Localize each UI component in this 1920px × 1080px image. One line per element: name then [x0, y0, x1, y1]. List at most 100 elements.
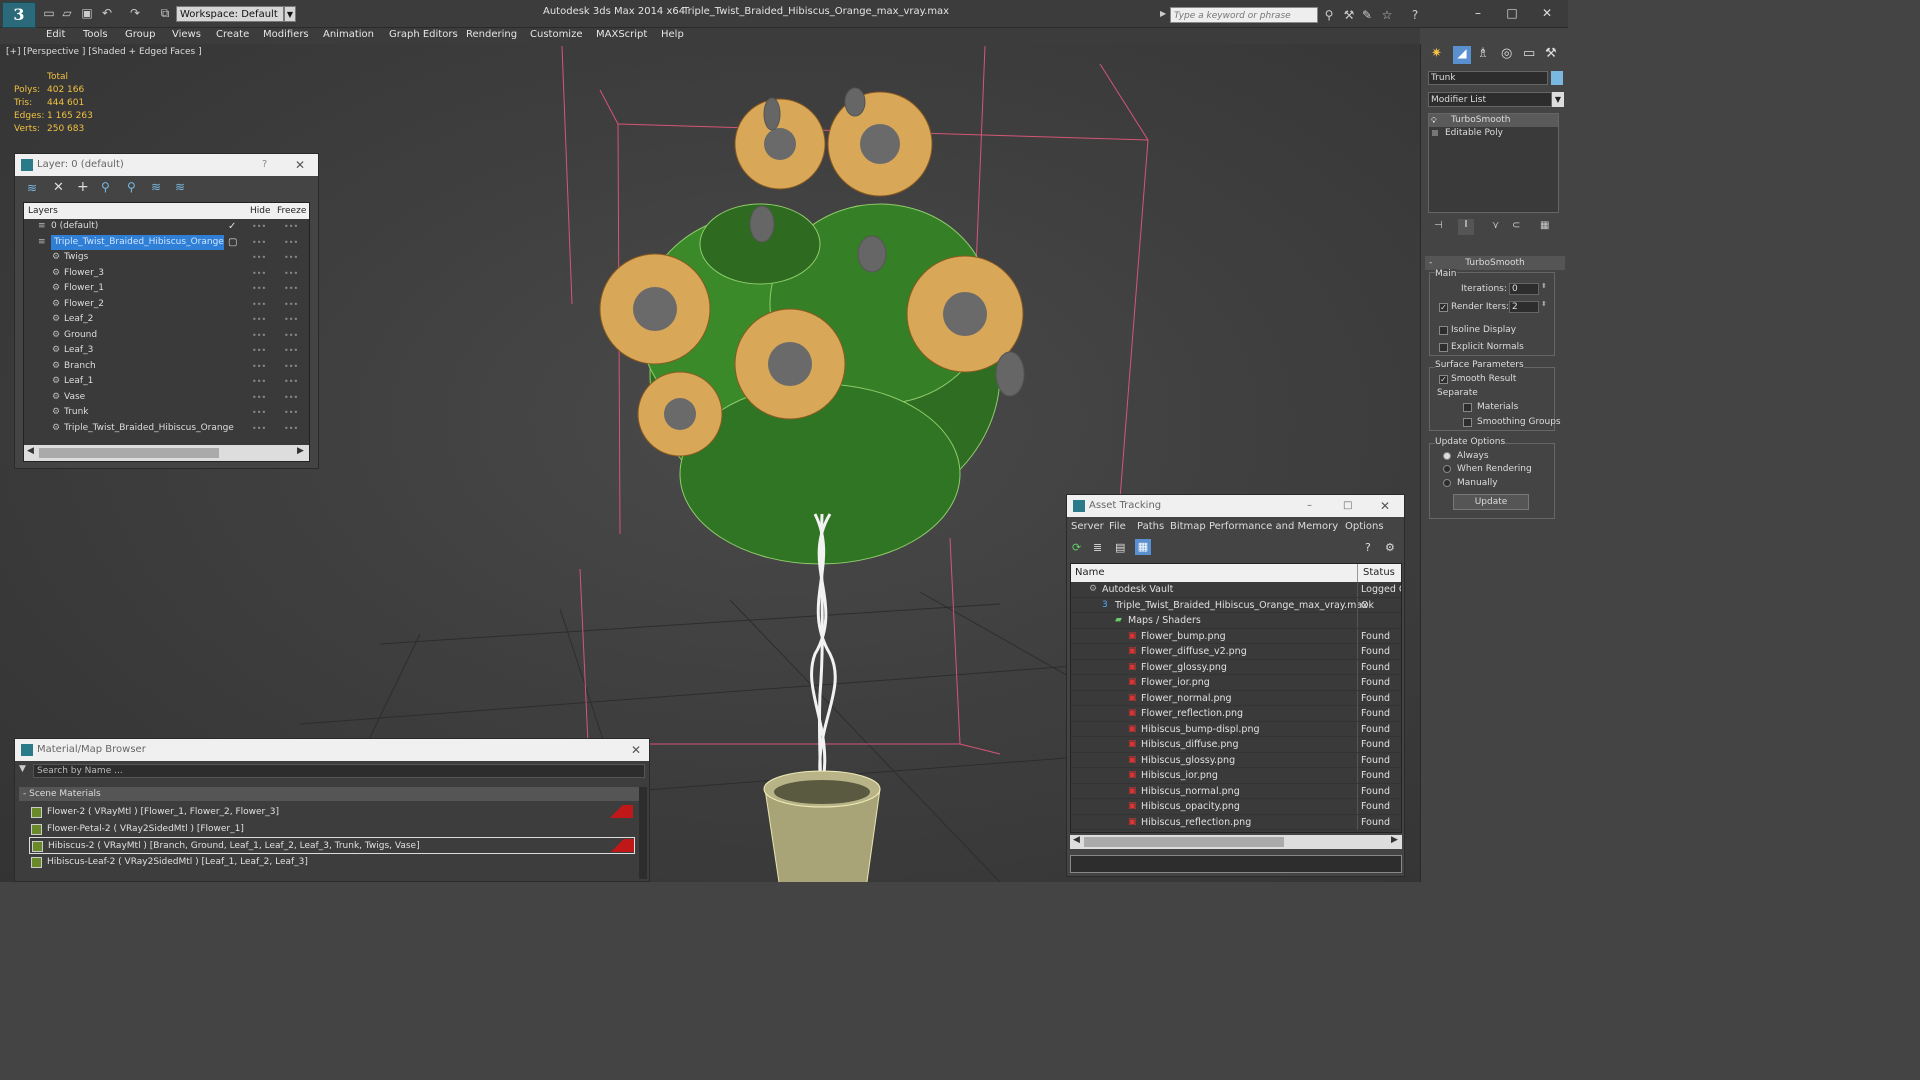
stack-item-turbosmooth[interactable]: 💡︎ TurboSmooth	[1429, 114, 1558, 127]
freeze-toggle[interactable]: •••	[284, 359, 298, 374]
open-file-icon[interactable]: ▱	[60, 6, 74, 20]
menu-rendering[interactable]: Rendering	[466, 29, 517, 40]
asset-row[interactable]: ▣ Hibiscus_reflection.png Found	[1071, 814, 1401, 830]
column-status[interactable]: Status	[1363, 564, 1395, 582]
communication-icon[interactable]: ✎	[1360, 8, 1374, 22]
update-button[interactable]: Update	[1453, 494, 1529, 510]
hide-toggle[interactable]: •••	[252, 235, 266, 250]
layer-row[interactable]: ⚙ Leaf_2 ••• •••	[24, 312, 309, 328]
menu-create[interactable]: Create	[216, 29, 249, 40]
settings-icon[interactable]: ⚙	[1385, 541, 1395, 554]
freeze-toggle[interactable]: •••	[284, 250, 298, 265]
hide-toggle[interactable]: •••	[252, 359, 266, 374]
asset-row[interactable]: ▣ Flower_normal.png Found	[1071, 690, 1401, 706]
freeze-toggle[interactable]: •••	[284, 390, 298, 405]
keyword-search-input[interactable]: Type a keyword or phrase	[1170, 7, 1318, 23]
hide-toggle[interactable]: •••	[252, 328, 266, 343]
remove-modifier-icon[interactable]: ⊂	[1512, 220, 1520, 231]
project-folder-icon[interactable]: ⧉	[158, 6, 172, 20]
asset-row[interactable]: ⚙ Autodesk Vault Logged O	[1071, 582, 1401, 598]
asset-row[interactable]: ▣ Hibiscus_glossy.png Found	[1071, 752, 1401, 768]
create-tab-icon[interactable]: ✷	[1431, 46, 1442, 61]
asset-row[interactable]: ▣ Flower_reflection.png Found	[1071, 706, 1401, 722]
freeze-toggle[interactable]: •••	[284, 219, 298, 234]
freeze-toggle[interactable]: •••	[284, 235, 298, 250]
hide-toggle[interactable]: •••	[252, 405, 266, 420]
layer-row[interactable]: ⚙ Trunk ••• •••	[24, 405, 309, 421]
layer-row[interactable]: ⚙ Twigs ••• •••	[24, 250, 309, 266]
asset-row[interactable]: ▣ Flower_bump.png Found	[1071, 628, 1401, 644]
update-always-radio[interactable]	[1443, 452, 1451, 460]
horizontal-scrollbar[interactable]: ◀ ▶	[24, 445, 309, 461]
new-file-icon[interactable]: ▭	[42, 6, 56, 20]
asset-menu-bitmap-performance[interactable]: Bitmap Performance and Memory	[1170, 521, 1338, 532]
hide-all-icon[interactable]: ≋	[151, 180, 161, 194]
asset-menu-file[interactable]: File	[1109, 521, 1126, 532]
update-manually-radio[interactable]	[1443, 479, 1451, 487]
layer-row[interactable]: ⚙ Leaf_1 ••• •••	[24, 374, 309, 390]
make-unique-icon[interactable]: ⋎	[1492, 220, 1499, 231]
freeze-toggle[interactable]: •••	[284, 312, 298, 327]
table-view-icon[interactable]: ▦	[1135, 539, 1151, 555]
layer-row[interactable]: ⚙ Branch ••• •••	[24, 359, 309, 375]
freeze-toggle[interactable]: •••	[284, 374, 298, 389]
utilities-tab-icon[interactable]: ⚒	[1545, 46, 1557, 61]
display-tab-icon[interactable]: ▭	[1523, 46, 1535, 61]
active-layer-check-icon[interactable]: ✓	[228, 219, 236, 234]
save-icon[interactable]: ▣	[80, 6, 94, 20]
menu-help[interactable]: Help	[661, 29, 684, 40]
freeze-toggle[interactable]: •••	[284, 343, 298, 358]
column-layers[interactable]: Layers	[28, 203, 58, 219]
column-name[interactable]: Name	[1075, 564, 1105, 582]
hide-toggle[interactable]: •••	[252, 421, 266, 436]
asset-row[interactable]: ▣ Flower_ior.png Found	[1071, 675, 1401, 691]
configure-sets-icon[interactable]: ▦	[1540, 220, 1549, 231]
layer-panel-titlebar[interactable]: Layer: 0 (default) ? ✕	[15, 154, 318, 176]
chevron-down-icon[interactable]: ▼	[284, 6, 296, 22]
asset-menu-paths[interactable]: Paths	[1137, 521, 1164, 532]
menu-maxscript[interactable]: MAXScript	[596, 29, 647, 40]
asset-row[interactable]: ▰ Maps / Shaders	[1071, 613, 1401, 629]
material-search-input[interactable]: Search by Name ...	[33, 764, 645, 778]
set-active-icon[interactable]: ▢	[228, 235, 237, 250]
minimize-icon[interactable]: –	[1468, 4, 1488, 22]
add-to-layer-icon[interactable]: +	[77, 179, 89, 195]
asset-row[interactable]: 3 Triple_Twist_Braided_Hibiscus_Orange_ma…	[1071, 597, 1401, 613]
layer-row[interactable]: ⚙ Flower_2 ••• •••	[24, 297, 309, 313]
motion-tab-icon[interactable]: ◎	[1501, 46, 1512, 61]
close-icon[interactable]: ✕	[295, 154, 305, 176]
separate-smoothing-checkbox[interactable]	[1463, 418, 1472, 427]
show-end-result-icon[interactable]: Ⅰ	[1458, 219, 1474, 235]
layer-row[interactable]: ⚙ Ground ••• •••	[24, 328, 309, 344]
asset-row[interactable]: ▣ Hibiscus_diffuse.png Found	[1071, 737, 1401, 753]
scroll-left-icon[interactable]: ◀	[27, 446, 34, 456]
hide-toggle[interactable]: •••	[252, 281, 266, 296]
help-icon[interactable]: ?	[1365, 541, 1371, 554]
viewport-label[interactable]: [+] [Perspective ] [Shaded + Edged Faces…	[6, 47, 202, 57]
help-icon[interactable]: ?	[262, 154, 267, 176]
hierarchy-tab-icon[interactable]: ♗	[1477, 46, 1489, 61]
workspace-dropdown[interactable]: Workspace: Default	[176, 6, 284, 22]
vertical-scrollbar[interactable]	[639, 787, 647, 879]
menu-edit[interactable]: Edit	[46, 29, 65, 40]
light-bulb-icon[interactable]: 💡︎	[1431, 114, 1437, 127]
menu-graph-editors[interactable]: Graph Editors	[389, 29, 458, 40]
hide-toggle[interactable]: •••	[252, 266, 266, 281]
hide-toggle[interactable]: •••	[252, 219, 266, 234]
hide-toggle[interactable]: •••	[252, 390, 266, 405]
select-objects-icon[interactable]: ⚲	[101, 180, 110, 194]
separate-materials-checkbox[interactable]	[1463, 403, 1472, 412]
material-item[interactable]: Flower-Petal-2 ( VRay2SidedMtl ) [Flower…	[29, 821, 635, 838]
undo-icon[interactable]: ↶	[100, 6, 114, 20]
subscription-icon[interactable]: ⚒	[1342, 8, 1356, 22]
freeze-toggle[interactable]: •••	[284, 281, 298, 296]
render-iters-checkbox[interactable]: ✓	[1439, 303, 1448, 312]
menu-group[interactable]: Group	[125, 29, 155, 40]
menu-customize[interactable]: Customize	[530, 29, 583, 40]
scroll-left-icon[interactable]: ◀	[1073, 835, 1080, 845]
material-item[interactable]: Hibiscus-Leaf-2 ( VRay2SidedMtl ) [Leaf_…	[29, 854, 635, 871]
scene-materials-group[interactable]: - Scene Materials	[19, 787, 647, 801]
smooth-result-checkbox[interactable]: ✓	[1439, 375, 1448, 384]
object-name-field[interactable]: Trunk	[1428, 71, 1548, 85]
asset-row[interactable]: ▣ Hibiscus_normal.png Found	[1071, 783, 1401, 799]
